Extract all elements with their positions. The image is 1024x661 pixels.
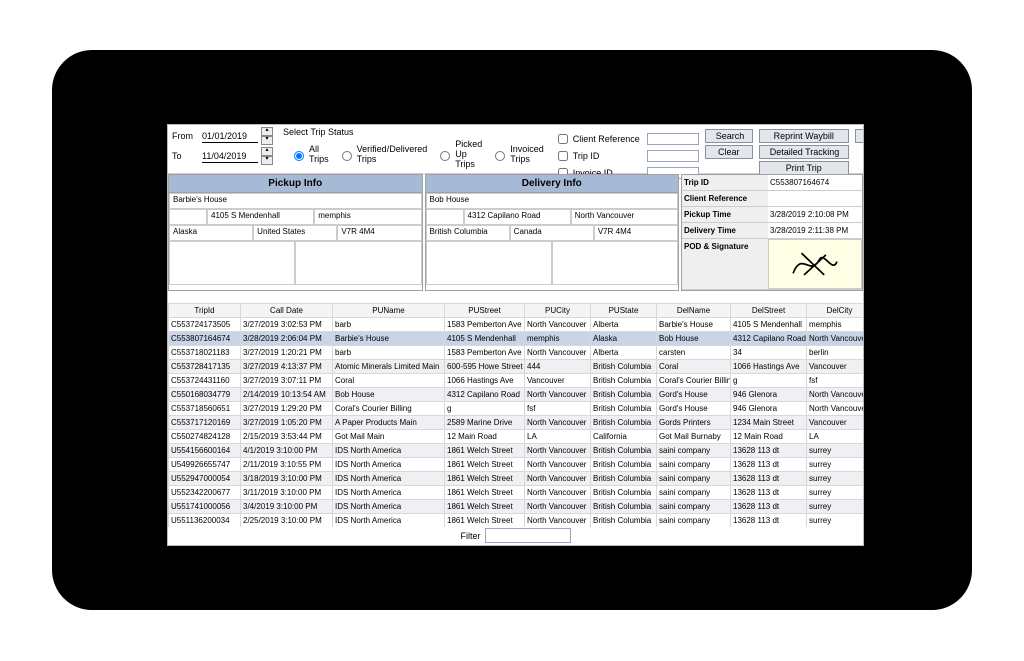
sel-pickup-time-label: Pickup Time: [682, 207, 768, 222]
table-row[interactable]: C5537171201693/27/2019 1:05:20 PMA Paper…: [169, 416, 864, 430]
delivery-postal: V7R 4M4: [594, 225, 678, 241]
table-row[interactable]: C5537244311603/27/2019 3:07:11 PMCoral10…: [169, 374, 864, 388]
from-label: From: [172, 131, 200, 141]
reprint-waybill-button[interactable]: Reprint Waybill: [759, 129, 849, 143]
table-row[interactable]: U5499266557472/11/2019 3:10:55 PMIDS Nor…: [169, 458, 864, 472]
trip-id-input[interactable]: [647, 150, 699, 162]
sel-client-ref-value: [768, 191, 862, 206]
filter-label: Filter: [461, 531, 481, 541]
status-verified[interactable]: Verified/Delivered Trips: [337, 139, 428, 169]
pickup-state: Alaska: [169, 225, 253, 241]
sel-trip-id-value: C553807164674: [768, 175, 862, 190]
to-label: To: [172, 151, 200, 161]
from-date-spinner[interactable]: ▴▾: [261, 127, 271, 145]
column-header[interactable]: TripId: [169, 304, 241, 318]
delivery-info-panel: Delivery Info Bob House 4312 Capilano Ro…: [425, 174, 680, 291]
delivery-street: 4312 Capilano Road: [464, 209, 571, 225]
client-ref-label: Client Reference: [573, 134, 645, 144]
table-row[interactable]: U5523422006773/11/2019 3:10:00 PMIDS Nor…: [169, 486, 864, 500]
table-row[interactable]: U5511362000342/25/2019 3:10:00 PMIDS Nor…: [169, 514, 864, 528]
client-ref-input[interactable]: [647, 133, 699, 145]
trip-id-label: Trip ID: [573, 151, 645, 161]
logout-button[interactable]: Log Out: [855, 129, 863, 143]
trip-status-group: Select Trip Status All Trips Verified/De…: [283, 127, 544, 169]
delivery-city: North Vancouver: [571, 209, 678, 225]
top-toolbar: From ▴▾ To ▴▾ Select Trip Status All Tri…: [168, 125, 863, 174]
trips-grid[interactable]: TripIdCall DatePUNamePUStreetPUCityPUSta…: [168, 303, 863, 527]
delivery-name: Bob House: [426, 193, 679, 209]
trip-id-check[interactable]: [558, 151, 568, 161]
filter-input[interactable]: [485, 528, 571, 543]
detailed-tracking-button[interactable]: Detailed Tracking: [759, 145, 849, 159]
sel-pod-label: POD & Signature: [682, 239, 768, 289]
table-row[interactable]: C5538071646743/28/2019 2:06:04 PMBarbie'…: [169, 332, 864, 346]
column-header[interactable]: DelCity: [807, 304, 864, 318]
selected-trip-panel: Trip IDC553807164674 Client Reference Pi…: [681, 174, 863, 291]
column-header[interactable]: PUName: [333, 304, 445, 318]
table-row[interactable]: C5501680347792/14/2019 10:13:54 AMBob Ho…: [169, 388, 864, 402]
sel-client-ref-label: Client Reference: [682, 191, 768, 206]
status-all-trips[interactable]: All Trips: [289, 139, 329, 169]
signature-icon: [789, 246, 841, 282]
pickup-country: United States: [253, 225, 337, 241]
app-window: From ▴▾ To ▴▾ Select Trip Status All Tri…: [168, 125, 863, 545]
from-date-input[interactable]: [202, 130, 258, 143]
sel-delivery-time-label: Delivery Time: [682, 223, 768, 238]
pickup-info-title: Pickup Info: [169, 175, 422, 193]
table-row[interactable]: U5541566001644/1/2019 3:10:00 PMIDS Nort…: [169, 444, 864, 458]
delivery-state: British Columbia: [426, 225, 510, 241]
table-row[interactable]: C5537180211833/27/2019 1:20:21 PMbarb158…: [169, 346, 864, 360]
column-header[interactable]: PUCity: [525, 304, 591, 318]
table-row[interactable]: C5502748241282/15/2019 3:53:44 PMGot Mai…: [169, 430, 864, 444]
trip-status-title: Select Trip Status: [283, 127, 544, 137]
column-header[interactable]: DelStreet: [731, 304, 807, 318]
pickup-street: 4105 S Mendenhall: [207, 209, 314, 225]
sel-trip-id-label: Trip ID: [682, 175, 768, 190]
pickup-name: Barbie's House: [169, 193, 422, 209]
pickup-postal: V7R 4M4: [337, 225, 421, 241]
table-row[interactable]: U5529470000543/18/2019 3:10:00 PMIDS Nor…: [169, 472, 864, 486]
to-date-spinner[interactable]: ▴▾: [261, 147, 271, 165]
search-button[interactable]: Search: [705, 129, 753, 143]
to-date-input[interactable]: [202, 150, 258, 163]
table-row[interactable]: U5517410000563/4/2019 3:10:00 PMIDS Nort…: [169, 500, 864, 514]
sel-delivery-time-value: 3/28/2019 2:11:38 PM: [768, 223, 862, 238]
status-pickedup[interactable]: Picked Up Trips: [435, 139, 482, 169]
column-header[interactable]: DelName: [657, 304, 731, 318]
pickup-city: memphis: [314, 209, 421, 225]
client-ref-check[interactable]: [558, 134, 568, 144]
delivery-info-title: Delivery Info: [426, 175, 679, 193]
sel-pickup-time-value: 3/28/2019 2:10:08 PM: [768, 207, 862, 222]
table-row[interactable]: C5537241735053/27/2019 3:02:53 PMbarb158…: [169, 318, 864, 332]
table-row[interactable]: C5537185606513/27/2019 1:29:20 PMCoral's…: [169, 402, 864, 416]
signature-box: [768, 239, 862, 289]
delivery-country: Canada: [510, 225, 594, 241]
print-trip-button[interactable]: Print Trip: [759, 161, 849, 175]
column-header[interactable]: PUState: [591, 304, 657, 318]
column-header[interactable]: Call Date: [241, 304, 333, 318]
table-row[interactable]: C5537284171353/27/2019 4:13:37 PMAtomic …: [169, 360, 864, 374]
column-header[interactable]: PUStreet: [445, 304, 525, 318]
pickup-info-panel: Pickup Info Barbie's House 4105 S Menden…: [168, 174, 423, 291]
clear-button[interactable]: Clear: [705, 145, 753, 159]
status-invoiced[interactable]: Invoiced Trips: [490, 139, 544, 169]
